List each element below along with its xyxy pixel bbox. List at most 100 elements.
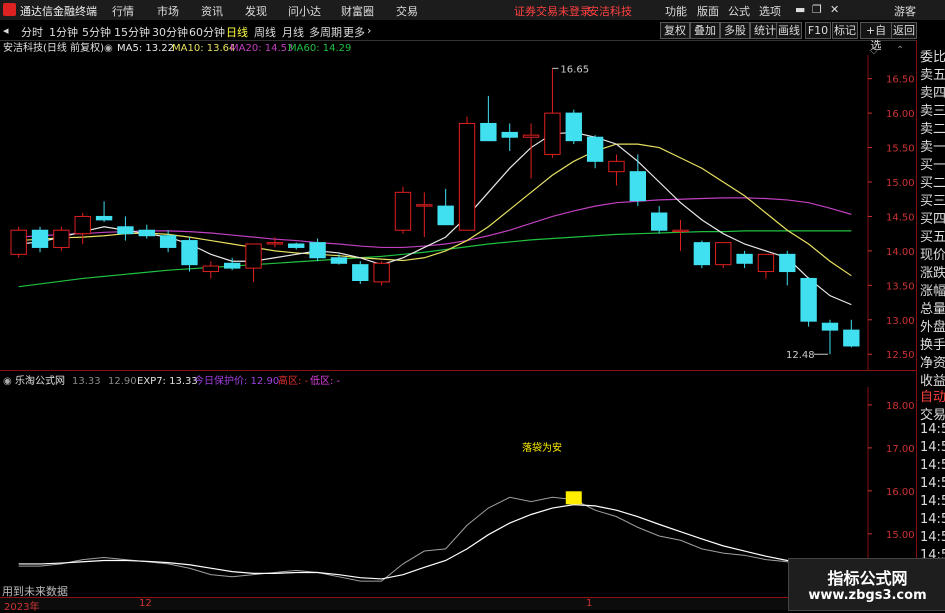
period-5min[interactable]: 5分钟 [82, 24, 111, 40]
candle [352, 261, 369, 284]
quote-strip-label: 14:5 [920, 530, 945, 545]
candle [10, 226, 27, 258]
quote-strip-label: 14:5 [920, 458, 945, 473]
menu-item-market[interactable]: 行情 [112, 3, 134, 19]
app-logo-icon [3, 3, 16, 16]
candle [715, 242, 732, 269]
candle [501, 123, 518, 151]
restore-icon[interactable]: ❐ [812, 3, 822, 16]
candle-body [117, 226, 134, 235]
indicator-tick-label: 17.00 [886, 444, 915, 455]
login-notice[interactable]: 证券交易未登录 [514, 3, 591, 19]
candle-body [501, 131, 518, 138]
period-timeshare[interactable]: 分时 [21, 24, 43, 40]
candle [245, 243, 262, 282]
candle [95, 201, 113, 222]
settings-icon[interactable]: ◉ [104, 43, 113, 54]
quote-strip-label: 14:5 [920, 476, 945, 491]
candle-body [779, 253, 796, 273]
candle-body [715, 242, 732, 266]
candle-body [74, 215, 91, 235]
period-more[interactable]: 更多 [343, 24, 365, 40]
multi-stock-button[interactable]: 多股 [720, 22, 750, 39]
take-profit-annotation: 落袋为安 [522, 441, 562, 454]
price-tick-label: 15.50 [886, 144, 915, 155]
indicator-value-1: 13.33 [72, 376, 101, 387]
menu-item-trade[interactable]: 交易 [396, 3, 418, 19]
candle-body [31, 229, 49, 248]
indicator-settings-icon[interactable]: ◉ [3, 376, 12, 387]
indicator-name: 乐淘公式网 [15, 374, 65, 387]
diamond-icon[interactable]: ◇ [870, 45, 878, 56]
menu-item-formula[interactable]: 公式 [728, 3, 750, 19]
draw-line-button[interactable]: 画线 [776, 22, 802, 39]
quote-strip-label[interactable]: 自动 [920, 386, 945, 405]
price-tick-label: 12.50 [886, 350, 915, 361]
mark-button[interactable]: 标记 [832, 22, 858, 39]
quote-strip-label: 总量 [920, 302, 945, 317]
adjust-button[interactable]: 复权 [660, 22, 690, 39]
candle-body [159, 235, 177, 248]
candle [565, 109, 582, 145]
close-icon[interactable]: ✕ [830, 3, 839, 16]
quote-strip-label[interactable]: 交易 [920, 404, 945, 423]
period-1min[interactable]: 1分钟 [49, 24, 78, 40]
chart-title: 安洁科技(日线 前复权) [3, 41, 104, 54]
candle [480, 95, 497, 142]
menu-item-ask[interactable]: 问小达 [288, 3, 321, 19]
quote-strip-label: 委比 [920, 50, 945, 65]
period-weekly[interactable]: 周线 [254, 24, 276, 40]
indicator-chart[interactable]: ◉ 乐淘公式网 13.33 12.90 EXP7: 13.33 今日保护价: 1… [0, 372, 916, 597]
menu-item-layout[interactable]: 版面 [697, 3, 719, 19]
f10-button[interactable]: F10 [805, 22, 831, 39]
price-chart[interactable]: 安洁科技(日线 前复权) ◉ MA5: 13.22 MA10: 13.64 MA… [0, 40, 916, 370]
candle-body [821, 322, 839, 331]
minimize-icon[interactable]: ▬ [795, 3, 805, 16]
candle-body [736, 253, 753, 264]
candle-body [416, 204, 433, 207]
overlay-button[interactable]: 叠加 [690, 22, 720, 39]
period-30min[interactable]: 30分钟 [152, 24, 188, 40]
nav-left-icon[interactable]: ◂ [3, 24, 9, 37]
candle-body [650, 212, 668, 231]
quote-strip-label: 买三 [920, 194, 945, 209]
add-favorite-button[interactable]: +自选 [860, 22, 892, 52]
period-daily[interactable]: 日线 [226, 24, 248, 40]
ma5-legend: MA5: 13.22 [117, 43, 174, 54]
candle-body [10, 229, 27, 255]
indicator-axis: 18.0017.0016.0015.0014.00 [868, 401, 915, 584]
indicator-tick-label: 16.00 [886, 487, 915, 498]
indicator-tick-label: 18.00 [886, 401, 915, 412]
menu-item-wealth[interactable]: 财富圈 [341, 3, 374, 19]
candle-body [330, 257, 348, 264]
period-multi[interactable]: 多周期 [309, 24, 342, 40]
back-button[interactable]: 返回 [891, 22, 917, 39]
price-tick-label: 13.00 [886, 316, 915, 327]
period-15min[interactable]: 15分钟 [114, 24, 150, 40]
period-monthly[interactable]: 月线 [282, 24, 304, 40]
menu-item-options[interactable]: 选项 [759, 3, 781, 19]
ma5-line [18, 131, 852, 306]
price-tick-label: 14.50 [886, 212, 915, 223]
period-60min[interactable]: 60分钟 [189, 24, 225, 40]
menu-item-discover[interactable]: 发现 [245, 3, 267, 19]
chevron-up-icon[interactable]: ⌃ [896, 45, 904, 56]
ma-lines [18, 131, 852, 306]
guest-label[interactable]: 游客 [894, 3, 916, 19]
candle [736, 250, 753, 269]
candle [650, 206, 668, 234]
price-tick-label: 15.00 [886, 178, 915, 189]
quote-strip-label: 14:5 [920, 440, 945, 455]
menu-bar: 通达信金融终端 行情 市场 资讯 发现 问小达 财富圈 交易 证券交易未登录 安… [0, 0, 945, 20]
menu-item-function[interactable]: 功能 [665, 3, 687, 19]
candle-body [288, 243, 305, 248]
candle [800, 277, 817, 327]
candle [394, 186, 412, 234]
chevron-right-icon[interactable]: › [367, 24, 371, 37]
high-zone-legend: 高区: - [278, 374, 309, 387]
quote-strip-label: 卖三 [920, 104, 945, 119]
menu-item-exchange[interactable]: 市场 [157, 3, 179, 19]
pane-divider [0, 370, 916, 371]
menu-item-news[interactable]: 资讯 [201, 3, 223, 19]
quote-strip-label: 涨幅 [920, 284, 945, 299]
